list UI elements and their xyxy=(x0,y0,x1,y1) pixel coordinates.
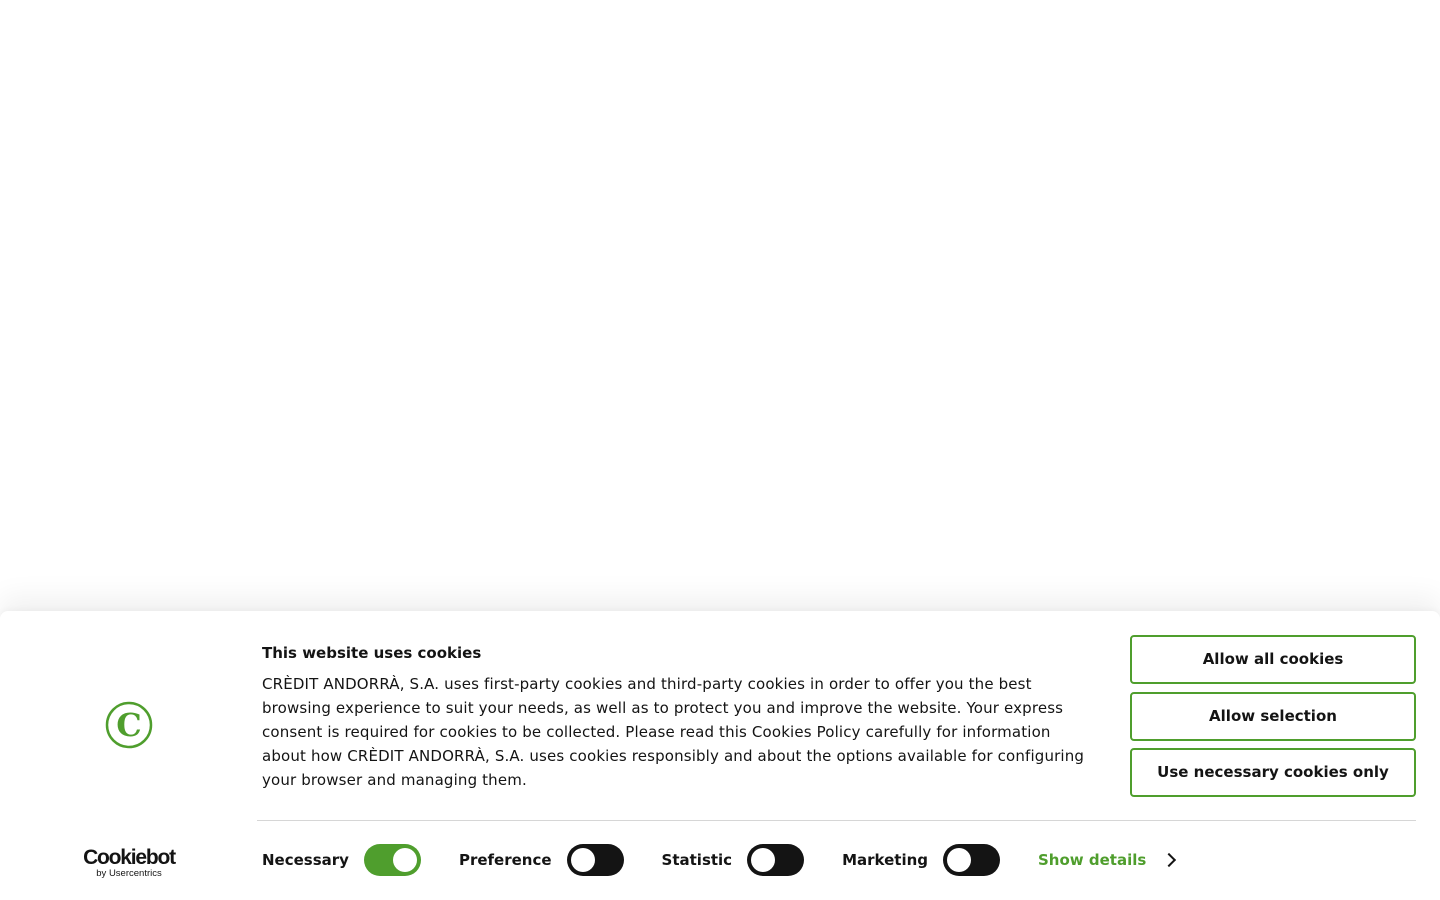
banner-content: This website uses cookies CRÈDIT ANDORRÀ… xyxy=(262,643,1092,792)
allow-all-cookies-button[interactable]: Allow all cookies xyxy=(1130,635,1416,684)
svg-text:by Usercentrics: by Usercentrics xyxy=(96,868,162,879)
toggle-label-preference: Preference xyxy=(458,851,552,869)
cookie-category-toggles: Necessary Preference Statistic Marketing… xyxy=(262,844,1177,876)
cookie-consent-banner: C Cookiebot by Usercentrics This website… xyxy=(0,611,1440,900)
toggle-knob xyxy=(947,848,971,872)
page: C Cookiebot by Usercentrics This website… xyxy=(0,0,1440,900)
toggle-group-necessary: Necessary xyxy=(262,844,421,876)
toggle-knob xyxy=(751,848,776,872)
divider xyxy=(257,820,1416,821)
preference-toggle[interactable] xyxy=(566,844,624,876)
show-details-label: Show details xyxy=(1038,851,1147,869)
statistic-toggle[interactable] xyxy=(747,844,805,876)
credit-andorra-logo-icon: C xyxy=(105,701,153,749)
banner-description: CRÈDIT ANDORRÀ, S.A. uses first-party co… xyxy=(262,675,1085,789)
toggle-group-statistic: Statistic xyxy=(662,844,805,876)
banner-title: This website uses cookies xyxy=(262,644,482,662)
marketing-toggle[interactable] xyxy=(943,844,1000,876)
svg-text:C: C xyxy=(116,706,141,744)
use-necessary-cookies-button[interactable]: Use necessary cookies only xyxy=(1130,748,1416,797)
toggle-label-necessary: Necessary xyxy=(262,851,349,869)
show-details-link[interactable]: Show details xyxy=(1038,844,1177,876)
toggle-label-statistic: Statistic xyxy=(661,851,733,869)
toggle-group-marketing: Marketing xyxy=(842,844,1000,876)
allow-selection-button[interactable]: Allow selection xyxy=(1130,692,1416,741)
svg-text:Cookiebot: Cookiebot xyxy=(83,846,176,869)
logo-area: C Cookiebot by Usercentrics xyxy=(0,611,257,900)
toggle-knob xyxy=(392,848,417,872)
cookiebot-logo[interactable]: Cookiebot by Usercentrics xyxy=(76,845,182,879)
toggle-knob xyxy=(570,848,595,872)
toggle-label-marketing: Marketing xyxy=(842,851,928,869)
chevron-right-icon xyxy=(1162,852,1177,868)
toggle-group-preference: Preference xyxy=(459,844,624,876)
button-group: Allow all cookies Allow selection Use ne… xyxy=(1130,635,1416,805)
necessary-toggle[interactable] xyxy=(363,844,421,876)
